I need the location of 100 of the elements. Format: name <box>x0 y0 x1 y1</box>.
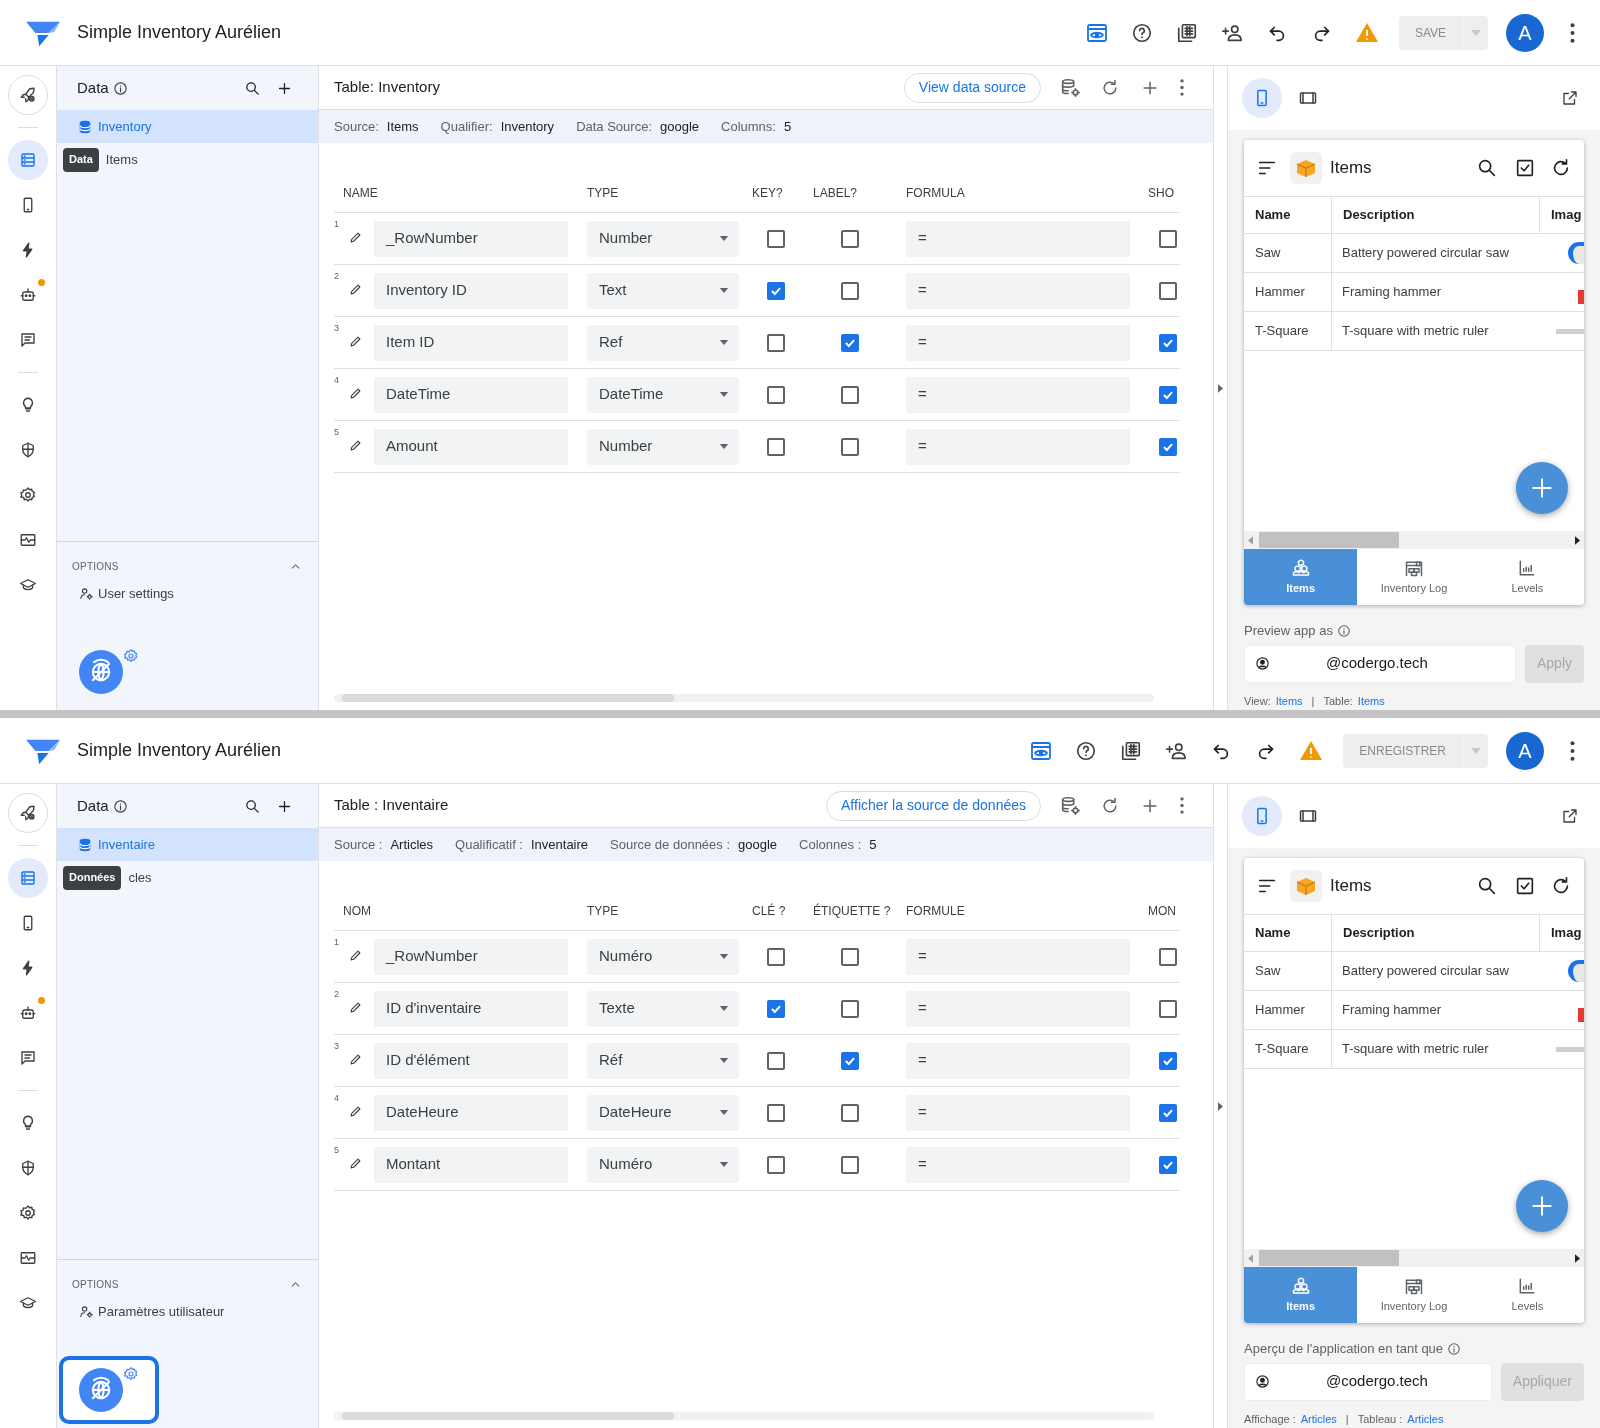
checkbox[interactable] <box>841 333 859 352</box>
add-fab[interactable] <box>1516 462 1568 514</box>
checkbox[interactable] <box>1159 281 1177 300</box>
checkbox[interactable] <box>841 1103 859 1122</box>
checkbox[interactable] <box>1159 1103 1177 1122</box>
column-name-field[interactable]: Amount <box>374 428 568 465</box>
view-title: Items <box>1330 157 1372 180</box>
checkbox[interactable] <box>767 229 785 248</box>
scrollbar-thumb[interactable] <box>342 694 674 702</box>
checkbox[interactable] <box>841 1155 859 1174</box>
column-name-field[interactable]: DateHeure <box>374 1094 568 1131</box>
select-checkbox-icon[interactable] <box>1514 875 1536 897</box>
column-name-field[interactable]: _RowNumber <box>374 220 568 257</box>
formula-field[interactable]: = <box>906 990 1130 1027</box>
checkbox[interactable] <box>841 281 859 300</box>
table-cell: T-Square <box>1244 1030 1332 1068</box>
column-name-field[interactable]: ID d'inventaire <box>374 990 568 1027</box>
avatar[interactable]: A <box>1506 731 1544 770</box>
checkbox[interactable] <box>767 999 785 1018</box>
column-name-field[interactable]: Inventory ID <box>374 272 568 309</box>
search-icon[interactable] <box>1476 157 1498 179</box>
formula-field[interactable]: = <box>906 376 1130 413</box>
options-item[interactable]: User settings <box>79 584 318 604</box>
type-dropdown[interactable]: Réf <box>587 1042 739 1079</box>
table-list-item[interactable]: Données cles <box>57 861 318 894</box>
column-name-field[interactable]: _RowNumber <box>374 938 568 975</box>
checkbox[interactable] <box>767 437 785 456</box>
table-cell: T-Square <box>1244 312 1332 350</box>
phone-view-button[interactable] <box>1242 78 1282 118</box>
email-field[interactable]: @codergo.tech <box>1244 644 1516 683</box>
checkbox[interactable] <box>1159 385 1177 404</box>
nav-tab[interactable]: Levels <box>1470 549 1584 605</box>
formula-field[interactable]: = <box>906 1146 1130 1183</box>
footer-link[interactable]: Articles <box>1407 1410 1444 1427</box>
assistant-button[interactable] <box>59 1356 159 1424</box>
footer-link[interactable]: Items <box>1275 692 1303 709</box>
formula-field[interactable]: = <box>906 272 1130 309</box>
formula-field[interactable]: = <box>906 220 1130 257</box>
column-header: SHO <box>1147 184 1174 202</box>
checkbox[interactable] <box>841 1051 859 1070</box>
column-header: NAME <box>342 184 379 202</box>
checkbox[interactable] <box>767 333 785 352</box>
scroll-right-icon[interactable] <box>1575 1253 1580 1263</box>
type-dropdown[interactable]: Text <box>587 272 739 309</box>
type-dropdown[interactable]: Texte <box>587 990 739 1027</box>
checkbox[interactable] <box>767 1103 785 1122</box>
type-dropdown[interactable]: Number <box>587 220 739 257</box>
formula-field[interactable]: = <box>906 938 1130 975</box>
email-field[interactable]: @codergo.tech <box>1244 1362 1492 1401</box>
select-checkbox-icon[interactable] <box>1514 157 1536 179</box>
column-header: MON <box>1147 902 1176 920</box>
type-dropdown[interactable]: DateHeure <box>587 1094 739 1131</box>
expand-arrow-icon[interactable] <box>1218 383 1223 393</box>
checkbox[interactable] <box>767 947 785 966</box>
checkbox[interactable] <box>767 281 785 300</box>
table-list-item[interactable]: Inventaire <box>57 828 318 861</box>
checkbox[interactable] <box>1159 999 1177 1018</box>
type-dropdown[interactable]: Numéro <box>587 938 739 975</box>
column-name-field[interactable]: ID d'élément <box>374 1042 568 1079</box>
scrollbar-thumb[interactable] <box>1259 532 1399 548</box>
checkbox[interactable] <box>767 1155 785 1174</box>
checkbox[interactable] <box>841 437 859 456</box>
scrollbar-thumb[interactable] <box>1259 1250 1399 1266</box>
type-dropdown[interactable]: DateTime <box>587 376 739 413</box>
checkbox[interactable] <box>1159 437 1177 456</box>
checkbox[interactable] <box>841 947 859 966</box>
checkbox[interactable] <box>841 999 859 1018</box>
footer-link[interactable]: Articles <box>1300 1410 1337 1427</box>
checkbox[interactable] <box>1159 1155 1177 1174</box>
checkbox[interactable] <box>1159 229 1177 248</box>
avatar[interactable]: A <box>1506 13 1544 52</box>
checkbox[interactable] <box>1159 333 1177 352</box>
checkbox[interactable] <box>841 385 859 404</box>
add-fab[interactable] <box>1516 1180 1568 1232</box>
footer-label: Tableau : <box>1357 1411 1403 1427</box>
formula-field[interactable]: = <box>906 324 1130 361</box>
scroll-right-icon[interactable] <box>1575 535 1580 545</box>
expand-arrow-icon[interactable] <box>1218 1101 1223 1111</box>
nav-tab[interactable]: Levels <box>1470 1267 1584 1323</box>
formula-field[interactable]: = <box>906 1042 1130 1079</box>
scrollbar-thumb[interactable] <box>342 1412 674 1420</box>
footer-link[interactable]: Items <box>1357 692 1385 709</box>
search-icon[interactable] <box>1476 875 1498 897</box>
type-dropdown[interactable]: Numéro <box>587 1146 739 1183</box>
checkbox[interactable] <box>767 385 785 404</box>
type-dropdown[interactable]: Number <box>587 428 739 465</box>
checkbox[interactable] <box>841 229 859 248</box>
checkbox[interactable] <box>767 1051 785 1070</box>
checkbox[interactable] <box>1159 1051 1177 1070</box>
column-name-field[interactable]: DateTime <box>374 376 568 413</box>
formula-field[interactable]: = <box>906 428 1130 465</box>
checkbox[interactable] <box>1159 947 1177 966</box>
table-list-item[interactable]: Inventory <box>57 110 318 143</box>
table-list-item[interactable]: Data Items <box>57 143 318 176</box>
column-name-field[interactable]: Montant <box>374 1146 568 1183</box>
options-item[interactable]: Paramètres utilisateur <box>79 1302 318 1322</box>
phone-view-button[interactable] <box>1242 796 1282 836</box>
formula-field[interactable]: = <box>906 1094 1130 1131</box>
type-dropdown[interactable]: Ref <box>587 324 739 361</box>
column-name-field[interactable]: Item ID <box>374 324 568 361</box>
